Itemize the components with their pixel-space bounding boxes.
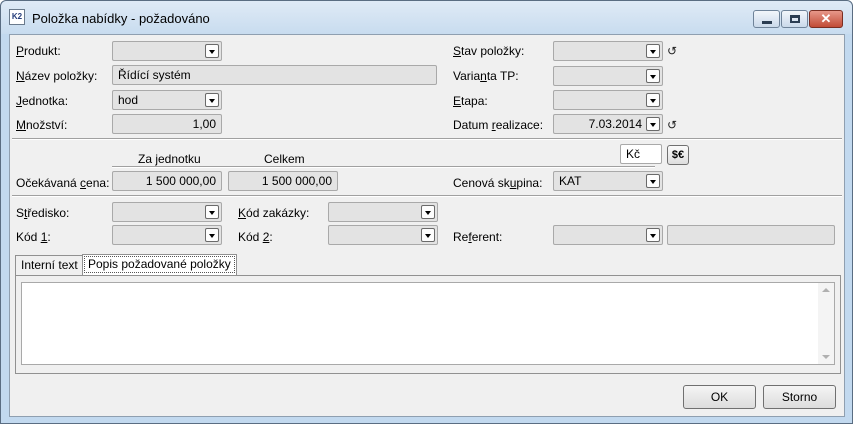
tab-interni-text[interactable]: Interní text: [15, 255, 84, 275]
produkt-select[interactable]: [112, 41, 222, 61]
kod2-label: Kód 2:: [238, 230, 273, 244]
mnozstvi-label: Množství:: [16, 118, 68, 132]
stredisko-select[interactable]: [112, 202, 222, 222]
price-header-line: [112, 166, 655, 168]
varianta-select[interactable]: [553, 66, 663, 86]
currency-field[interactable]: Kč: [620, 144, 662, 164]
history-icon[interactable]: ↺: [667, 119, 679, 131]
minimize-button[interactable]: [753, 10, 780, 28]
scroll-up-icon[interactable]: [822, 288, 830, 292]
currency-converter-button[interactable]: $€: [667, 145, 689, 165]
stav-label: Stav položky:: [453, 44, 525, 58]
chevron-down-icon[interactable]: [646, 117, 660, 131]
minimize-icon: [762, 21, 772, 24]
etapa-label: Etapa:: [453, 94, 488, 108]
ocekavana-label: Očekávaná cena:: [16, 176, 110, 190]
datum-label: Datum realizace:: [453, 118, 544, 132]
maximize-button[interactable]: [781, 10, 808, 28]
kod1-select[interactable]: [112, 225, 222, 245]
title-bar[interactable]: K2 Položka nabídky - požadováno ✕: [1, 1, 852, 34]
kod1-label: Kód 1:: [16, 230, 51, 244]
chevron-down-icon[interactable]: [205, 205, 219, 219]
etapa-select[interactable]: [553, 90, 663, 110]
history-icon[interactable]: ↺: [667, 45, 679, 57]
description-textarea[interactable]: [21, 282, 835, 365]
datum-picker[interactable]: 7.03.2014: [553, 114, 663, 134]
col-unit-label: Za jednotku: [138, 152, 201, 166]
chevron-down-icon[interactable]: [421, 228, 435, 242]
produkt-label: Produkt:: [16, 44, 61, 58]
dialog-content: Produkt: Stav položky: ↺ Název položky: …: [9, 34, 845, 417]
referent-select[interactable]: [553, 225, 663, 245]
vertical-scrollbar[interactable]: [818, 283, 834, 364]
chevron-down-icon[interactable]: [205, 93, 219, 107]
separator: [12, 138, 842, 140]
chevron-down-icon[interactable]: [646, 228, 660, 242]
chevron-down-icon[interactable]: [646, 69, 660, 83]
chevron-down-icon[interactable]: [205, 44, 219, 58]
app-logo-icon: K2: [9, 9, 25, 25]
col-total-label: Celkem: [264, 152, 305, 166]
close-button[interactable]: ✕: [809, 10, 843, 28]
referent-label: Referent:: [453, 230, 503, 244]
referent-name-field: [667, 225, 835, 245]
dialog-window: K2 Položka nabídky - požadováno ✕ Produk…: [0, 0, 853, 424]
stredisko-label: Středisko:: [16, 206, 70, 220]
varianta-label: Varianta TP:: [453, 69, 519, 83]
chevron-down-icon[interactable]: [646, 44, 660, 58]
chevron-down-icon[interactable]: [646, 93, 660, 107]
unit-price-input[interactable]: 1 500 000,00: [112, 171, 222, 191]
maximize-icon: [790, 15, 800, 23]
nazev-input[interactable]: Řídící systém: [112, 65, 437, 85]
total-price-input[interactable]: 1 500 000,00: [228, 171, 338, 191]
chevron-down-icon[interactable]: [205, 228, 219, 242]
mnozstvi-input[interactable]: 1,00: [112, 114, 222, 134]
jednotka-select[interactable]: hod: [112, 90, 222, 110]
nazev-label: Název položky:: [16, 69, 98, 83]
kod2-select[interactable]: [328, 225, 438, 245]
chevron-down-icon[interactable]: [421, 205, 435, 219]
chevron-down-icon[interactable]: [646, 174, 660, 188]
kod-zakazky-select[interactable]: [328, 202, 438, 222]
jednotka-label: Jednotka:: [16, 94, 69, 108]
close-icon: ✕: [820, 11, 832, 26]
scroll-down-icon[interactable]: [822, 355, 830, 359]
separator: [12, 195, 842, 197]
tab-panel: [15, 275, 841, 374]
stav-select[interactable]: [553, 41, 663, 61]
cenova-skupina-label: Cenová skupina:: [453, 176, 543, 190]
storno-button[interactable]: Storno: [763, 385, 836, 409]
kod-zakazky-label: Kód zakázky:: [238, 206, 310, 220]
tab-popis-polozky[interactable]: Popis požadované položky: [82, 254, 237, 275]
cenova-skupina-select[interactable]: KAT: [553, 171, 663, 191]
ok-button[interactable]: OK: [683, 385, 756, 409]
window-title: Položka nabídky - požadováno: [32, 11, 210, 26]
